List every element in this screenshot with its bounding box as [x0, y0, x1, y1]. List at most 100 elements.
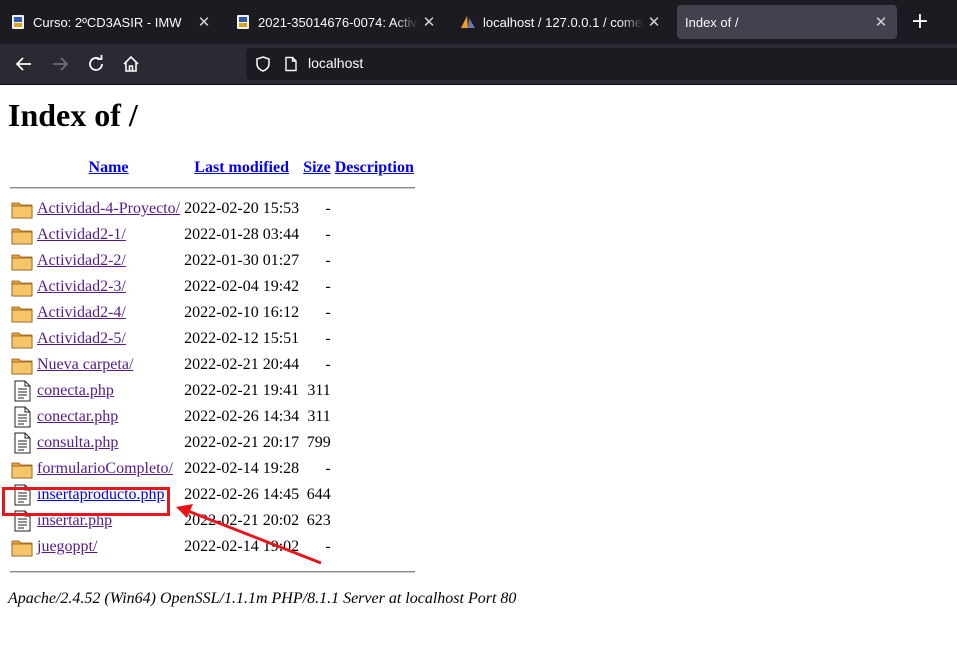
table-row: conectar.php 2022-02-26 14:34 311: [10, 405, 415, 429]
size-cell: -: [325, 460, 331, 477]
highlight-box: [2, 487, 170, 516]
page-content: Index of / Name Last modified Size Descr…: [8, 85, 957, 659]
divider: [10, 187, 415, 189]
icon-cell: [10, 405, 34, 429]
last-modified-cell: 2022-02-04 19:42: [184, 278, 300, 295]
home-icon: [123, 55, 139, 72]
close-tab-icon[interactable]: ✕: [644, 13, 664, 31]
size-cell: -: [325, 278, 331, 295]
name-cell: conectar.php: [36, 405, 181, 429]
phpmyadmin-sail-icon: [461, 16, 475, 28]
table-row: Nueva carpeta/2022-02-21 20:44 -: [10, 353, 415, 377]
folder-link[interactable]: Actividad2-3/: [37, 278, 126, 295]
folder-link[interactable]: Nueva carpeta/: [37, 356, 133, 373]
icon-cell: [10, 223, 34, 247]
forward-button[interactable]: [48, 52, 72, 76]
last-modified-cell: 2022-01-30 01:27: [184, 252, 300, 269]
arrow-left-icon: [15, 57, 31, 71]
name-cell: conecta.php: [36, 379, 181, 403]
url-text[interactable]: localhost: [308, 55, 363, 71]
tab-curso[interactable]: Curso: 2ºCD3ASIR - IMW ✕: [0, 5, 220, 39]
tab-phpmyadmin[interactable]: localhost / 127.0.0.1 / comercio ✕: [450, 5, 670, 39]
name-cell: Actividad2-1/: [36, 223, 181, 247]
tab-actividad[interactable]: 2021-35014676-0074: Actividad ✕: [225, 5, 445, 39]
home-button[interactable]: [119, 52, 143, 76]
tab-title: Index of /: [685, 14, 739, 30]
description-cell: [334, 197, 415, 221]
file-icon: [11, 406, 33, 428]
icon-cell: [10, 249, 34, 273]
description-cell: [334, 327, 415, 351]
size-cell: -: [325, 252, 331, 269]
file-link[interactable]: conectar.php: [37, 408, 118, 425]
sort-by-last-modified-link[interactable]: Last modified: [194, 159, 289, 176]
folder-link[interactable]: juegoppt/: [37, 538, 97, 555]
last-modified-cell: 2022-02-26 14:34: [184, 408, 300, 425]
back-button[interactable]: [12, 52, 36, 76]
folder-link[interactable]: Actividad2-4/: [37, 304, 126, 321]
icon-column-header: [10, 155, 34, 181]
last-modified-cell: 2022-02-14 19:28: [184, 460, 300, 477]
icon-cell: [10, 379, 34, 403]
name-cell: Actividad-4-Proyecto/: [36, 197, 181, 221]
last-modified-cell: 2022-02-14 19:02: [184, 538, 300, 555]
last-modified-cell: 2022-01-28 03:44: [184, 226, 300, 243]
sort-by-size-link[interactable]: Size: [303, 159, 331, 176]
page-icon[interactable]: [283, 56, 299, 72]
table-row: conecta.php 2022-02-21 19:41 311: [10, 379, 415, 403]
sort-by-description-link[interactable]: Description: [335, 159, 414, 176]
last-modified-cell: 2022-02-26 14:45: [184, 486, 300, 503]
size-cell: -: [325, 200, 331, 217]
folder-icon: [11, 354, 33, 376]
column-header-size[interactable]: Size: [302, 155, 332, 181]
navigation-bar: localhost: [0, 44, 957, 85]
size-cell: 644: [306, 486, 331, 503]
description-cell: [334, 483, 415, 507]
size-cell: -: [325, 304, 331, 321]
folder-link[interactable]: Actividad-4-Proyecto/: [37, 200, 180, 217]
icon-cell: [10, 327, 34, 351]
table-row: Actividad2-3/2022-02-04 19:42 -: [10, 275, 415, 299]
header-divider-row: [10, 183, 415, 195]
folder-link[interactable]: formularioCompleto/: [37, 460, 173, 477]
close-tab-icon[interactable]: ✕: [194, 13, 214, 31]
folder-icon: [11, 328, 33, 350]
shield-icon[interactable]: [255, 56, 271, 72]
header-row: Name Last modified Size Description: [10, 155, 415, 181]
close-tab-icon[interactable]: ✕: [871, 13, 891, 31]
file-link[interactable]: conecta.php: [37, 382, 114, 399]
tab-index-of[interactable]: Index of / ✕: [677, 5, 897, 39]
name-cell: Actividad2-4/: [36, 301, 181, 325]
column-header-name[interactable]: Name: [36, 155, 181, 181]
folder-link[interactable]: Actividad2-5/: [37, 330, 126, 347]
folder-icon: [11, 250, 33, 272]
footer-divider-row: [10, 561, 415, 579]
close-tab-icon[interactable]: ✕: [419, 13, 439, 31]
description-cell: [334, 379, 415, 403]
column-header-description[interactable]: Description: [334, 155, 415, 181]
description-cell: [334, 509, 415, 533]
last-modified-cell: 2022-02-10 16:12: [184, 304, 300, 321]
tab-title: localhost / 127.0.0.1 / comercio: [483, 14, 644, 30]
icon-cell: [10, 197, 34, 221]
folder-link[interactable]: Actividad2-2/: [37, 252, 126, 269]
icon-cell: [10, 301, 34, 325]
column-header-last-modified[interactable]: Last modified: [183, 155, 300, 181]
table-row: Actividad2-1/2022-01-28 03:44 -: [10, 223, 415, 247]
server-signature: Apache/2.4.52 (Win64) OpenSSL/1.1.1m PHP…: [8, 590, 517, 607]
directory-listing: Name Last modified Size Description Acti…: [8, 153, 417, 581]
last-modified-cell: 2022-02-21 19:41: [184, 382, 300, 399]
last-modified-cell: 2022-02-21 20:44: [184, 356, 300, 373]
folder-icon: [11, 276, 33, 298]
description-cell: [334, 535, 415, 559]
url-bar[interactable]: localhost: [246, 48, 957, 80]
sort-by-name-link[interactable]: Name: [89, 159, 129, 176]
folder-link[interactable]: Actividad2-1/: [37, 226, 126, 243]
tab-bar: Curso: 2ºCD3ASIR - IMW ✕ 2021-35014676-0…: [0, 0, 957, 44]
reload-button[interactable]: [84, 52, 108, 76]
file-link[interactable]: consulta.php: [37, 434, 118, 451]
size-cell: -: [325, 538, 331, 555]
icon-cell: [10, 353, 34, 377]
size-cell: 311: [307, 408, 331, 425]
new-tab-button[interactable]: +: [908, 10, 932, 34]
